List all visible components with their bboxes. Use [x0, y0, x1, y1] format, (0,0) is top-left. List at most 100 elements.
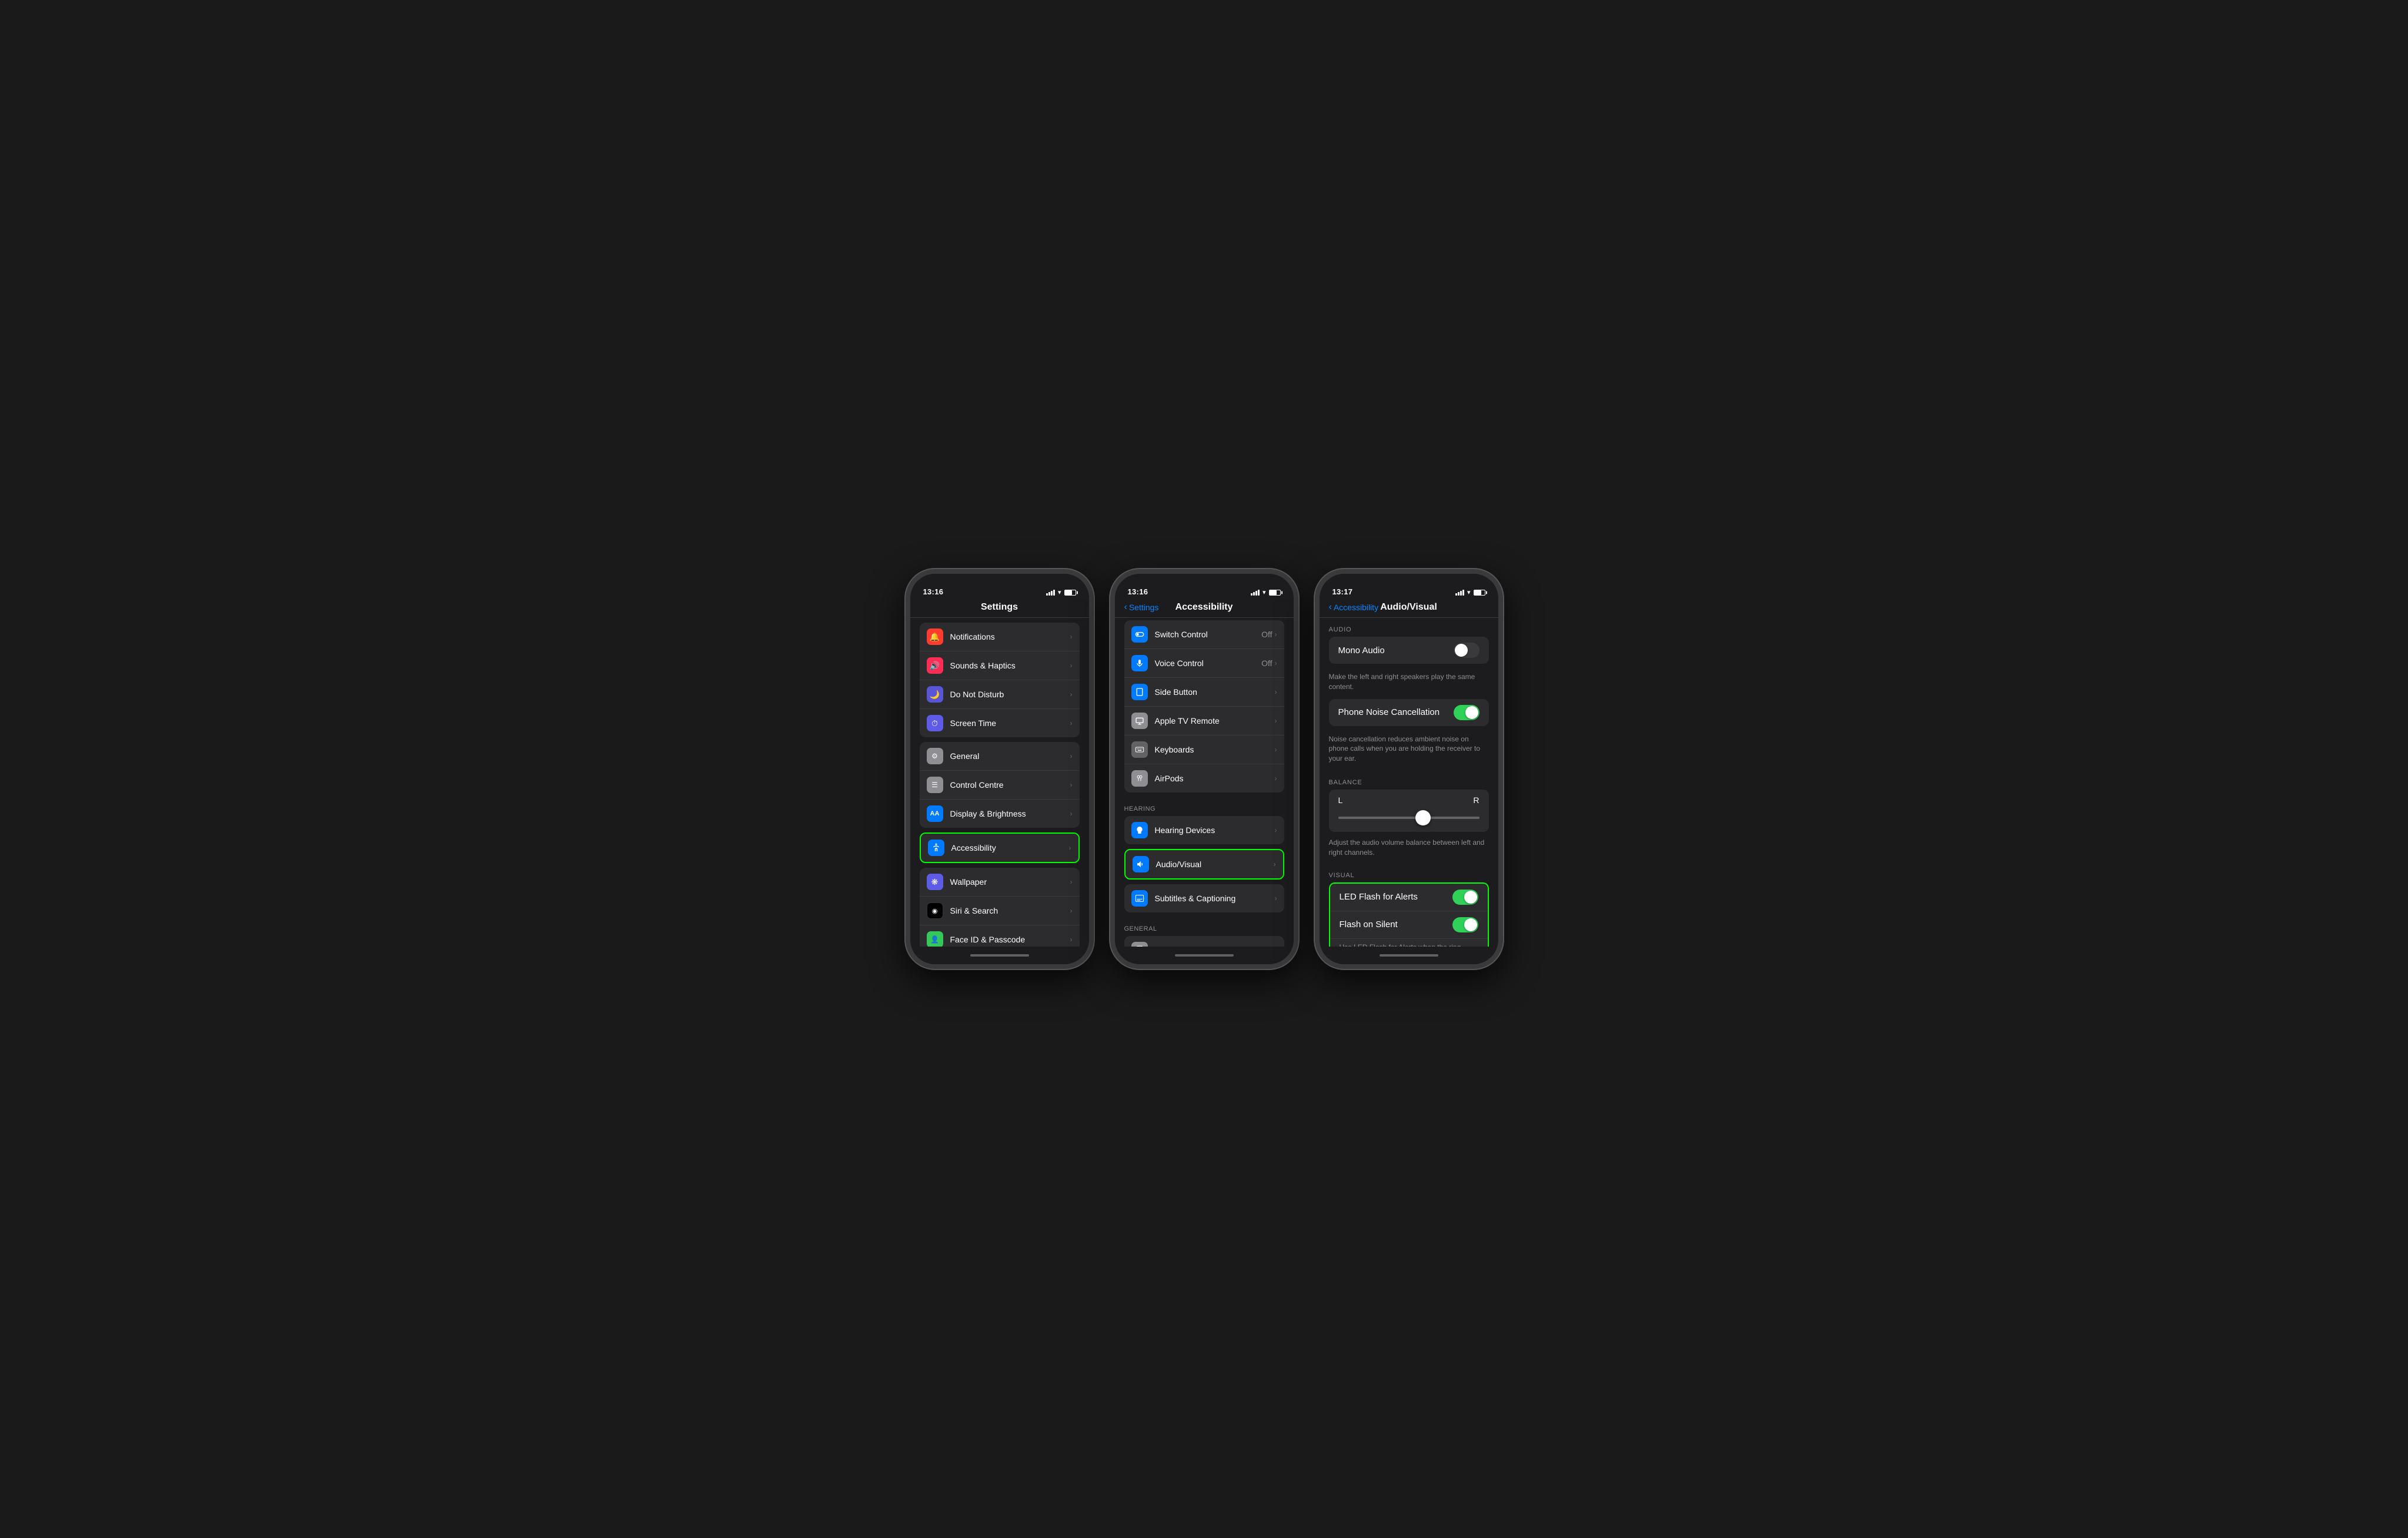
list-item-airpods[interactable]: AirPods › [1124, 764, 1284, 793]
appletv-label: Apple TV Remote [1155, 716, 1275, 725]
list-item-general[interactable]: ⚙ General › [920, 742, 1080, 771]
nav-bar-audiovisual: ‹ Accessibility Audio/Visual [1320, 600, 1498, 618]
list-item-sounds[interactable]: 🔊 Sounds & Haptics › [920, 651, 1080, 680]
list-item-faceid[interactable]: 👤 Face ID & Passcode › [920, 925, 1080, 947]
siri-label: Siri & Search [950, 906, 1070, 915]
slider-track [1338, 817, 1479, 819]
accessibility-nav-title: Accessibility [1175, 602, 1233, 613]
list-item-switch-control[interactable]: Switch Control Off › [1124, 620, 1284, 649]
guided-access-icon [1131, 942, 1148, 947]
home-indicator-2 [1115, 947, 1294, 964]
airpods-label: AirPods [1155, 774, 1275, 783]
led-flash-toggle[interactable] [1452, 890, 1478, 905]
subtitles-chevron: › [1275, 894, 1277, 902]
appletv-chevron: › [1275, 717, 1277, 725]
status-icons-2: ▾ [1251, 589, 1281, 596]
flash-silent-label: Flash on Silent [1340, 920, 1452, 930]
list-item-appletv[interactable]: Apple TV Remote › [1124, 707, 1284, 735]
dnd-icon: 🌙 [927, 686, 943, 703]
led-flash-knob [1464, 891, 1477, 904]
home-bar-3 [1380, 954, 1438, 957]
nav-bar-accessibility: ‹ Settings Accessibility [1115, 600, 1294, 618]
signal-bars-2 [1251, 590, 1260, 596]
nav-bar-settings: Settings [910, 600, 1089, 618]
flash-silent-row[interactable]: Flash on Silent [1330, 911, 1488, 939]
wifi-icon-1: ▾ [1058, 589, 1061, 596]
switch-control-value: Off [1261, 630, 1272, 639]
notch [961, 574, 1038, 590]
home-bar-2 [1175, 954, 1234, 957]
status-time-3: 13:17 [1332, 587, 1353, 596]
list-item-audiovisual[interactable]: Audio/Visual › [1125, 850, 1283, 878]
phone-audiovisual: 13:17 ▾ ‹ Accessibility Audio/Visual AUD… [1315, 569, 1503, 969]
balance-right-label: R [1473, 795, 1479, 805]
sounds-icon: 🔊 [927, 657, 943, 674]
balance-section-header: BALANCE [1320, 771, 1498, 790]
home-indicator-3 [1320, 947, 1498, 964]
list-item-control[interactable]: ☰ Control Centre › [920, 771, 1080, 800]
noise-card: Phone Noise Cancellation [1329, 699, 1489, 726]
screentime-label: Screen Time [950, 718, 1070, 728]
accessibility-icon [928, 840, 944, 856]
settings-group-1: 🔔 Notifications › 🔊 Sounds & Haptics › 🌙… [920, 623, 1080, 737]
settings-title: Settings [981, 602, 1018, 613]
list-item-hearing-devices[interactable]: Hearing Devices › [1124, 816, 1284, 844]
accessibility-list: Switch Control Off › Voice Control Off › [1115, 618, 1294, 947]
airpods-chevron: › [1275, 774, 1277, 783]
keyboards-label: Keyboards [1155, 745, 1275, 754]
list-item-keyboards[interactable]: Keyboards › [1124, 735, 1284, 764]
back-to-accessibility[interactable]: ‹ Accessibility [1329, 602, 1379, 613]
wifi-icon-3: ▾ [1467, 589, 1471, 596]
acc-group-general: Guided Access On › ◉ Siri › Accessibilit… [1124, 936, 1284, 947]
dnd-label: Do Not Disturb [950, 690, 1070, 699]
flash-silent-toggle[interactable] [1452, 917, 1478, 932]
list-item-wallpaper[interactable]: ❋ Wallpaper › [920, 868, 1080, 897]
audio-visual-highlighted-wrapper: Audio/Visual › [1124, 849, 1284, 880]
accessibility-content: Switch Control Off › Voice Control Off › [1115, 618, 1294, 947]
phone-noise-toggle[interactable] [1454, 705, 1479, 720]
list-item-subtitles[interactable]: Subtitles & Captioning › [1124, 884, 1284, 912]
mono-audio-row[interactable]: Mono Audio [1329, 637, 1489, 664]
voice-control-chevron: › [1275, 659, 1277, 667]
signal-bars-1 [1046, 590, 1055, 596]
balance-slider[interactable] [1338, 810, 1479, 826]
faceid-icon: 👤 [927, 931, 943, 947]
control-chevron: › [1070, 781, 1073, 789]
list-item-screentime[interactable]: ⏱ Screen Time › [920, 709, 1080, 737]
display-label: Display & Brightness [950, 809, 1070, 818]
screentime-chevron: › [1070, 719, 1073, 727]
back-to-settings[interactable]: ‹ Settings [1124, 602, 1159, 613]
list-item-voice-control[interactable]: Voice Control Off › [1124, 649, 1284, 678]
wallpaper-chevron: › [1070, 878, 1073, 886]
settings-group-3: ❋ Wallpaper › ◉ Siri & Search › 👤 Face I… [920, 868, 1080, 947]
list-item-siri[interactable]: ◉ Siri & Search › [920, 897, 1080, 925]
phone-noise-row[interactable]: Phone Noise Cancellation [1329, 699, 1489, 726]
mono-audio-toggle[interactable] [1454, 643, 1479, 658]
list-item-notifications[interactable]: 🔔 Notifications › [920, 623, 1080, 651]
hearing-section-header: HEARING [1115, 797, 1294, 816]
balance-container: L R [1329, 790, 1489, 832]
faceid-label: Face ID & Passcode [950, 935, 1070, 944]
control-icon: ☰ [927, 777, 943, 793]
list-item-display[interactable]: AA Display & Brightness › [920, 800, 1080, 828]
side-button-icon [1131, 684, 1148, 700]
visual-section-header: VISUAL [1320, 864, 1498, 882]
visual-card: LED Flash for Alerts Flash on Silent Use… [1330, 884, 1488, 947]
switch-control-label: Switch Control [1155, 630, 1262, 639]
balance-left-label: L [1338, 795, 1343, 805]
general-icon: ⚙ [927, 748, 943, 764]
list-item-guided-access[interactable]: Guided Access On › [1124, 936, 1284, 947]
voice-control-icon [1131, 655, 1148, 671]
wifi-icon-2: ▾ [1263, 589, 1266, 596]
acc-group-subtitles: Subtitles & Captioning › [1124, 884, 1284, 912]
list-item-accessibility[interactable]: Accessibility › [921, 834, 1078, 862]
mono-audio-knob [1455, 644, 1468, 657]
phone-settings: 13:16 ▾ Settings 🔔 Notifications › [906, 569, 1094, 969]
led-flash-row[interactable]: LED Flash for Alerts [1330, 884, 1488, 911]
list-item-dnd[interactable]: 🌙 Do Not Disturb › [920, 680, 1080, 709]
list-item-side-button[interactable]: Side Button › [1124, 678, 1284, 707]
wallpaper-label: Wallpaper [950, 877, 1070, 887]
flash-silent-knob [1464, 918, 1477, 931]
accessibility-group: Accessibility › [921, 834, 1078, 862]
acc-group-audiovisual: Audio/Visual › [1125, 850, 1283, 878]
